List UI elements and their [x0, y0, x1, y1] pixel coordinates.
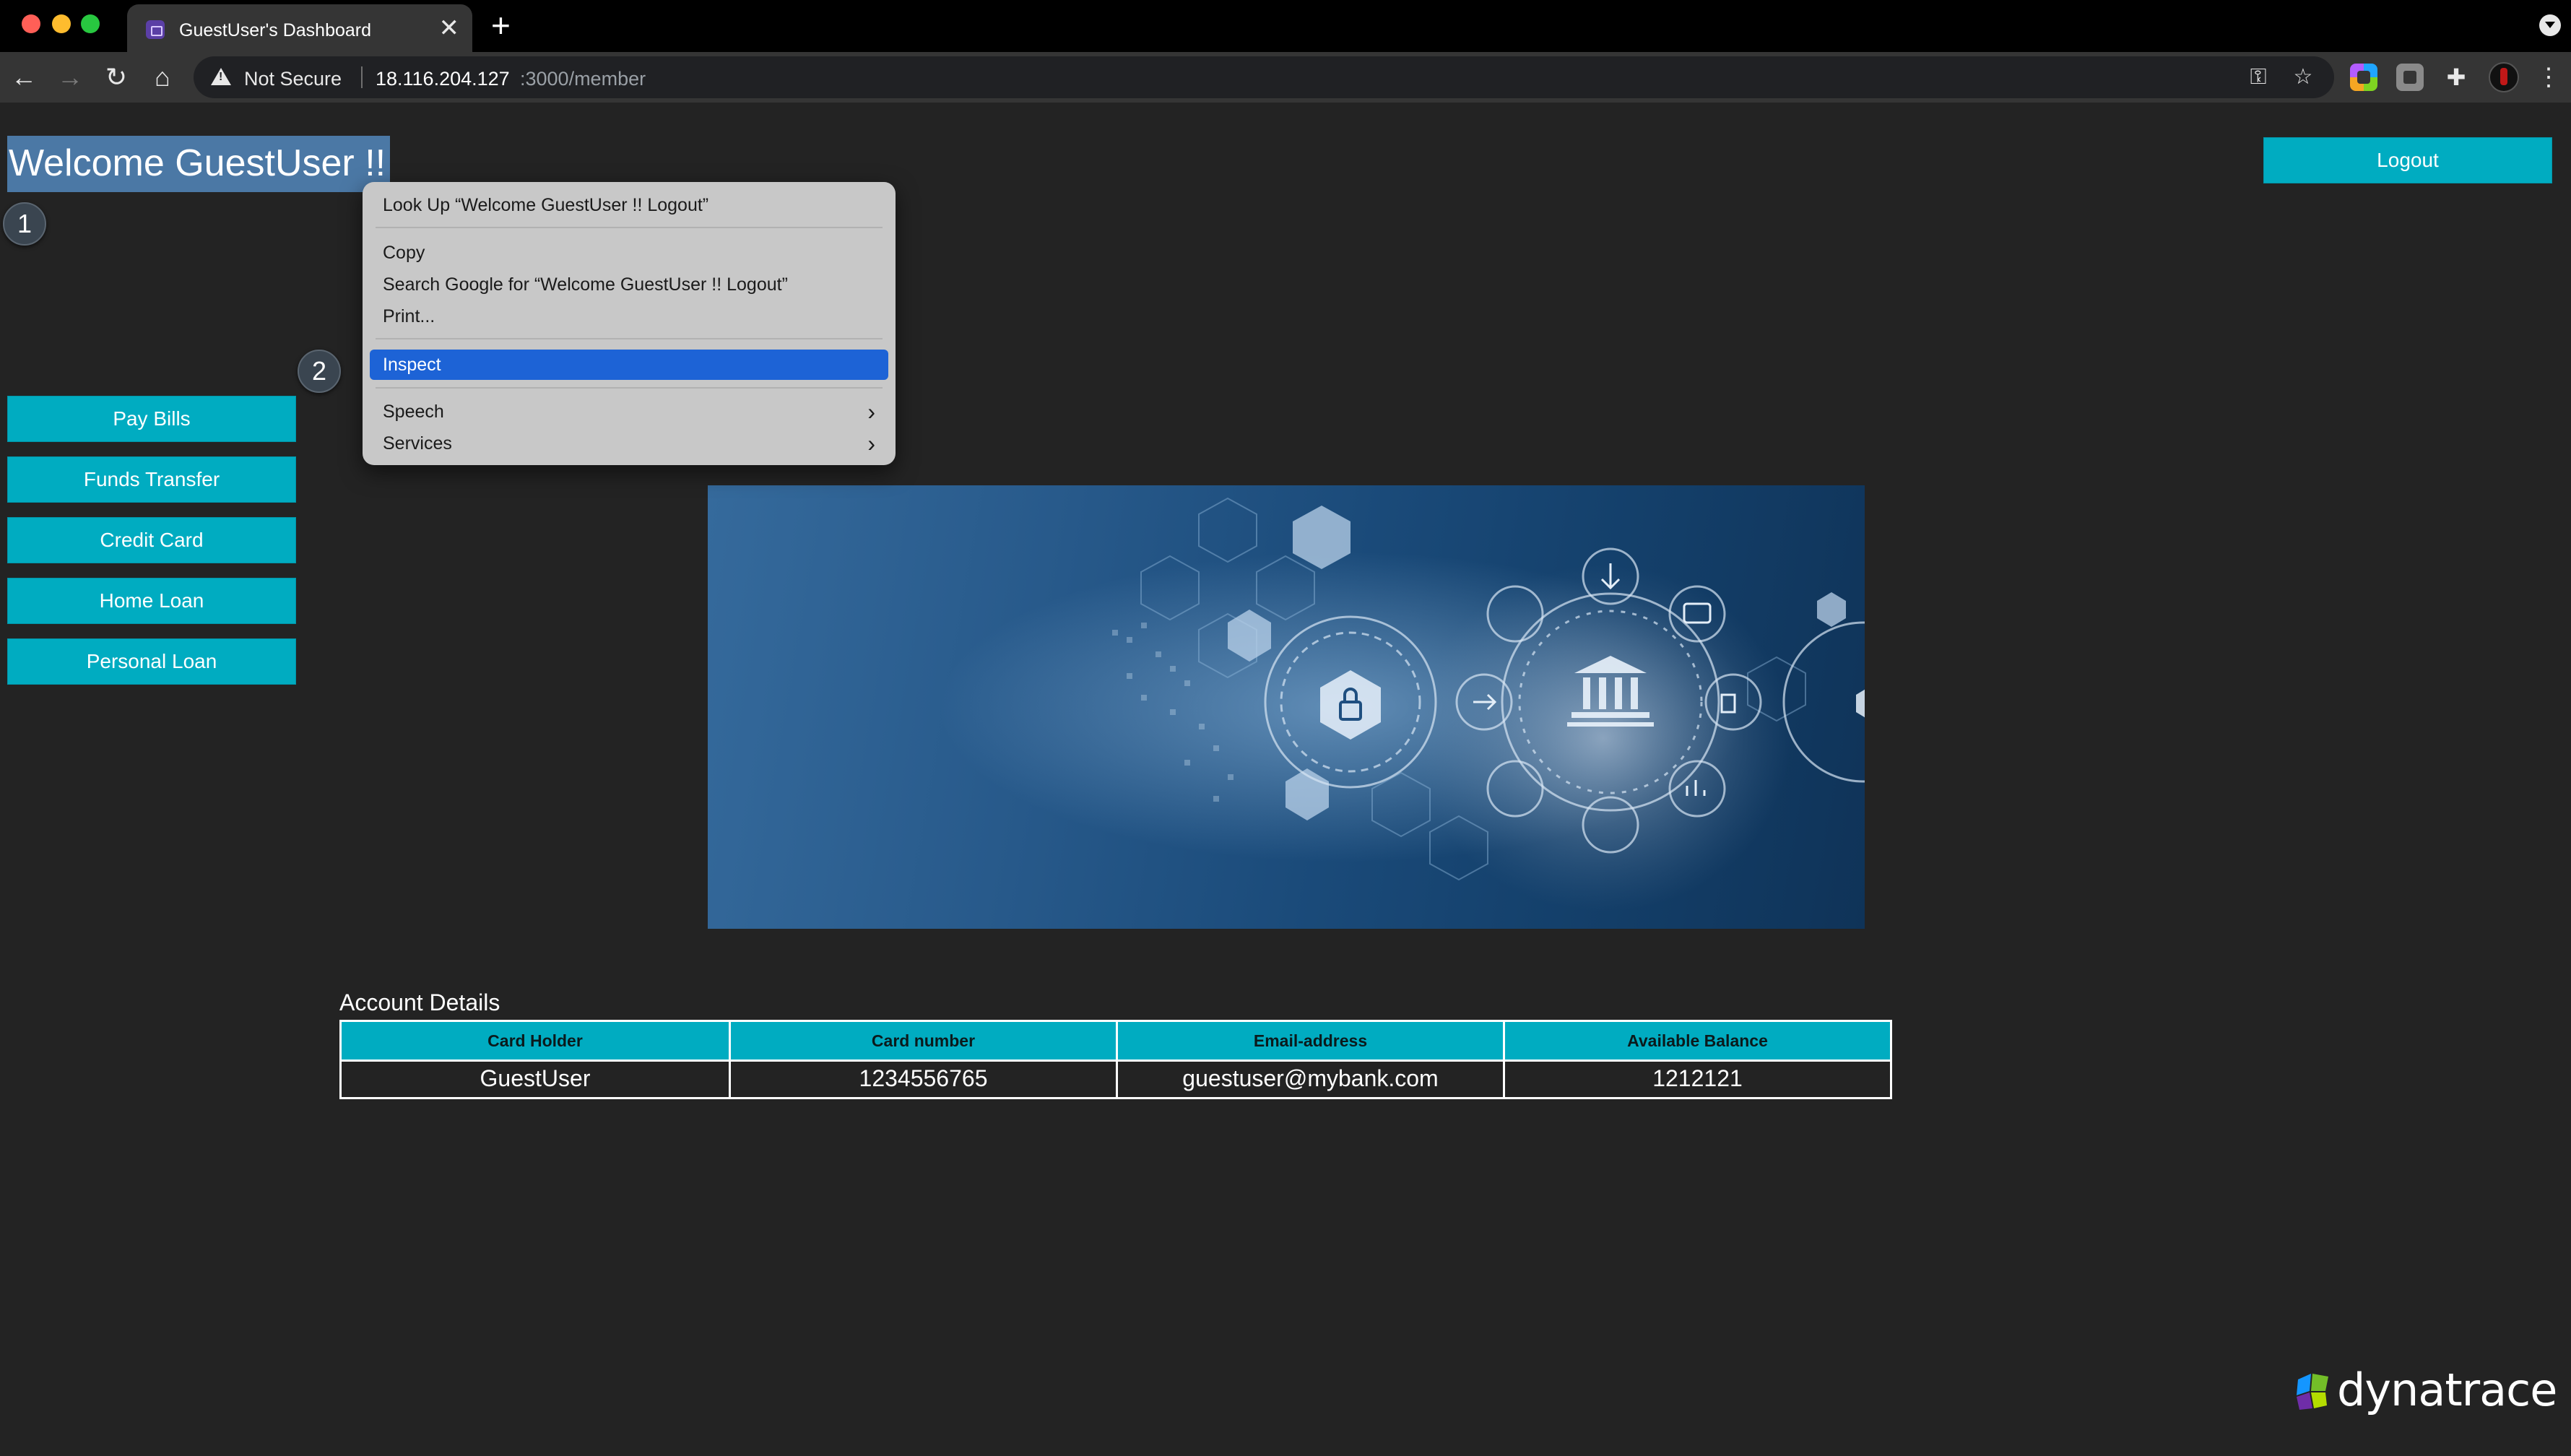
menu-item-look-up[interactable]: Look Up “Welcome GuestUser !! Logout” — [383, 191, 708, 220]
minimize-window-button[interactable] — [52, 14, 71, 33]
banking-banner-image — [708, 485, 1865, 929]
dynatrace-wordmark: dynatrace — [2337, 1364, 2557, 1416]
tab-search-button[interactable] — [2539, 14, 2561, 36]
key-icon[interactable]: ⚿ — [2246, 65, 2271, 90]
menu-item-speech[interactable]: Speech — [383, 397, 444, 426]
step-badge-2: 2 — [298, 350, 341, 393]
reload-icon[interactable]: ↻ — [98, 59, 134, 95]
extension-grey-icon[interactable] — [2396, 64, 2424, 91]
column-header-email: Email-address — [1116, 1022, 1503, 1060]
balance-cell: 1212121 — [1503, 1062, 1890, 1097]
profile-avatar[interactable] — [2489, 62, 2519, 92]
close-window-button[interactable] — [22, 14, 40, 33]
menu-item-search-google[interactable]: Search Google for “Welcome GuestUser !! … — [383, 270, 788, 299]
chevron-right-icon: › — [867, 430, 875, 456]
menu-separator — [376, 338, 883, 339]
puzzle-extensions-icon[interactable]: ✚ — [2442, 64, 2470, 91]
menu-item-services[interactable]: Services — [383, 429, 452, 458]
pay-bills-button[interactable]: Pay Bills — [7, 396, 296, 442]
context-menu: Look Up “Welcome GuestUser !! Logout” Co… — [363, 182, 896, 465]
security-label[interactable]: Not Secure — [244, 68, 342, 90]
browser-tab-bar: GuestUser's Dashboard ✕ + — [0, 0, 2571, 52]
account-details-table: Card Holder Card number Email-address Av… — [339, 1020, 1892, 1099]
column-header-card-holder: Card Holder — [487, 1031, 583, 1050]
menu-separator — [376, 387, 883, 389]
new-tab-button[interactable]: + — [491, 9, 511, 42]
chevron-right-icon: › — [867, 399, 875, 425]
tab-title: GuestUser's Dashboard — [179, 20, 372, 40]
tab-close-icon[interactable]: ✕ — [439, 16, 460, 40]
url-host[interactable]: 18.116.204.127 — [376, 68, 510, 90]
menu-item-highlight — [370, 350, 888, 380]
dynatrace-mark-icon — [2297, 1374, 2328, 1410]
table-header-row: Card Holder Card number Email-address Av… — [342, 1022, 1890, 1060]
warning-icon[interactable] — [211, 68, 231, 85]
card-number-cell: 1234556765 — [729, 1062, 1116, 1097]
home-loan-button[interactable]: Home Loan — [7, 578, 296, 624]
email-cell: guestuser@mybank.com — [1116, 1062, 1503, 1097]
star-bookmark-icon[interactable]: ☆ — [2291, 65, 2315, 90]
logout-button[interactable]: Logout — [2263, 137, 2552, 183]
menu-separator — [376, 227, 883, 228]
menu-item-print[interactable]: Print... — [383, 302, 435, 331]
account-details-title: Account Details — [339, 989, 500, 1015]
address-separator — [361, 66, 363, 88]
site-favicon-icon — [146, 20, 165, 39]
funds-transfer-button[interactable]: Funds Transfer — [7, 456, 296, 503]
back-arrow-icon[interactable]: ← — [6, 59, 42, 95]
credit-card-button[interactable]: Credit Card — [7, 517, 296, 563]
menu-item-inspect[interactable]: Inspect — [383, 350, 441, 379]
maximize-window-button[interactable] — [81, 14, 100, 33]
browser-toolbar: ← → ↻ ⌂ Not Secure 18.116.204.127 :3000/… — [0, 52, 2571, 103]
url-path[interactable]: :3000/member — [520, 68, 646, 90]
browser-tab[interactable]: GuestUser's Dashboard ✕ — [127, 4, 472, 52]
column-header-balance: Available Balance — [1503, 1022, 1890, 1060]
column-header-card-number: Card number — [729, 1022, 1116, 1060]
welcome-heading: Welcome GuestUser !! — [7, 136, 391, 192]
dynatrace-logo: dynatrace — [2291, 1364, 2557, 1416]
forward-arrow-icon[interactable]: → — [52, 59, 88, 95]
banking-illustration — [708, 485, 1865, 929]
home-icon[interactable]: ⌂ — [144, 59, 181, 95]
table-row: GuestUser 1234556765 guestuser@mybank.co… — [342, 1060, 1890, 1097]
step-badge-1: 1 — [3, 202, 46, 246]
address-bar[interactable]: Not Secure 18.116.204.127 :3000/member ⚿… — [194, 56, 2334, 98]
personal-loan-button[interactable]: Personal Loan — [7, 638, 296, 685]
extension-colorful-icon[interactable] — [2350, 64, 2377, 91]
more-menu-icon[interactable]: ⋮ — [2536, 59, 2561, 95]
card-holder-cell: GuestUser — [480, 1065, 591, 1091]
menu-item-copy[interactable]: Copy — [383, 238, 425, 267]
